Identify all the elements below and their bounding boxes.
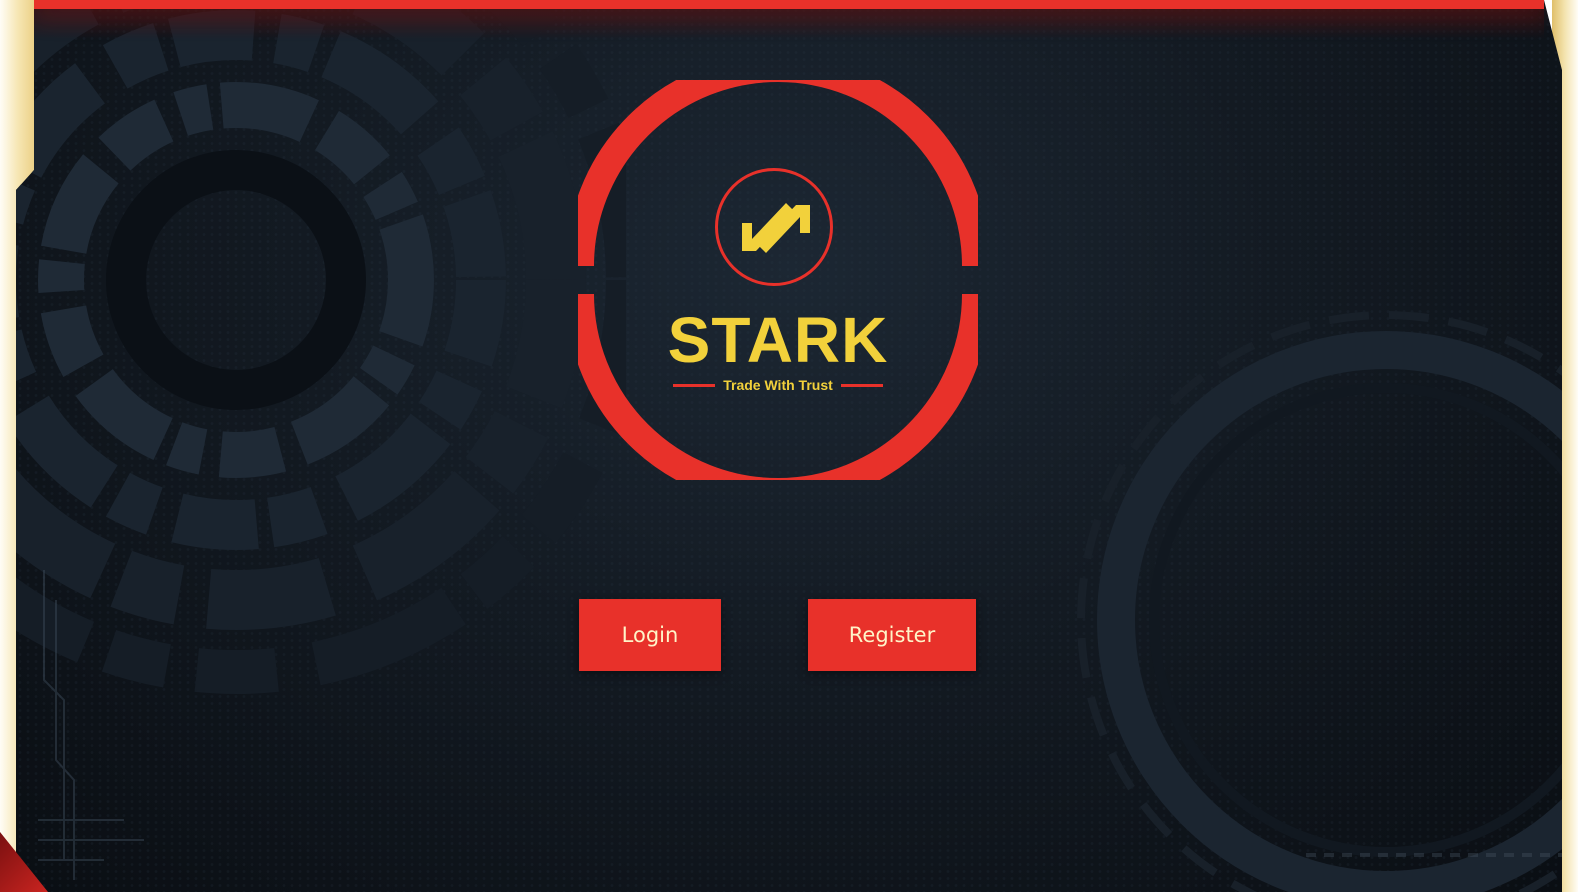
brand-logo: STARK Trade With Trust (578, 80, 978, 480)
tagline-left-rule (673, 383, 716, 387)
tagline-row: Trade With Trust (666, 374, 890, 396)
app-window: STARK Trade With Trust Login Register (0, 0, 1578, 892)
top-bar-glow (34, 9, 1544, 39)
top-accent-bar (34, 0, 1544, 9)
brand-tagline: Trade With Trust (723, 377, 833, 393)
background-dial-right-decoration (1077, 311, 1562, 892)
dashed-lines-decoration (1306, 853, 1562, 857)
tagline-right-rule (840, 383, 883, 387)
circuit-lines-decoration (38, 570, 144, 880)
trade-arrows-icon (742, 203, 810, 253)
login-button[interactable]: Login (579, 599, 721, 671)
register-button[interactable]: Register (808, 599, 976, 671)
brand-name: STARK (667, 304, 889, 376)
